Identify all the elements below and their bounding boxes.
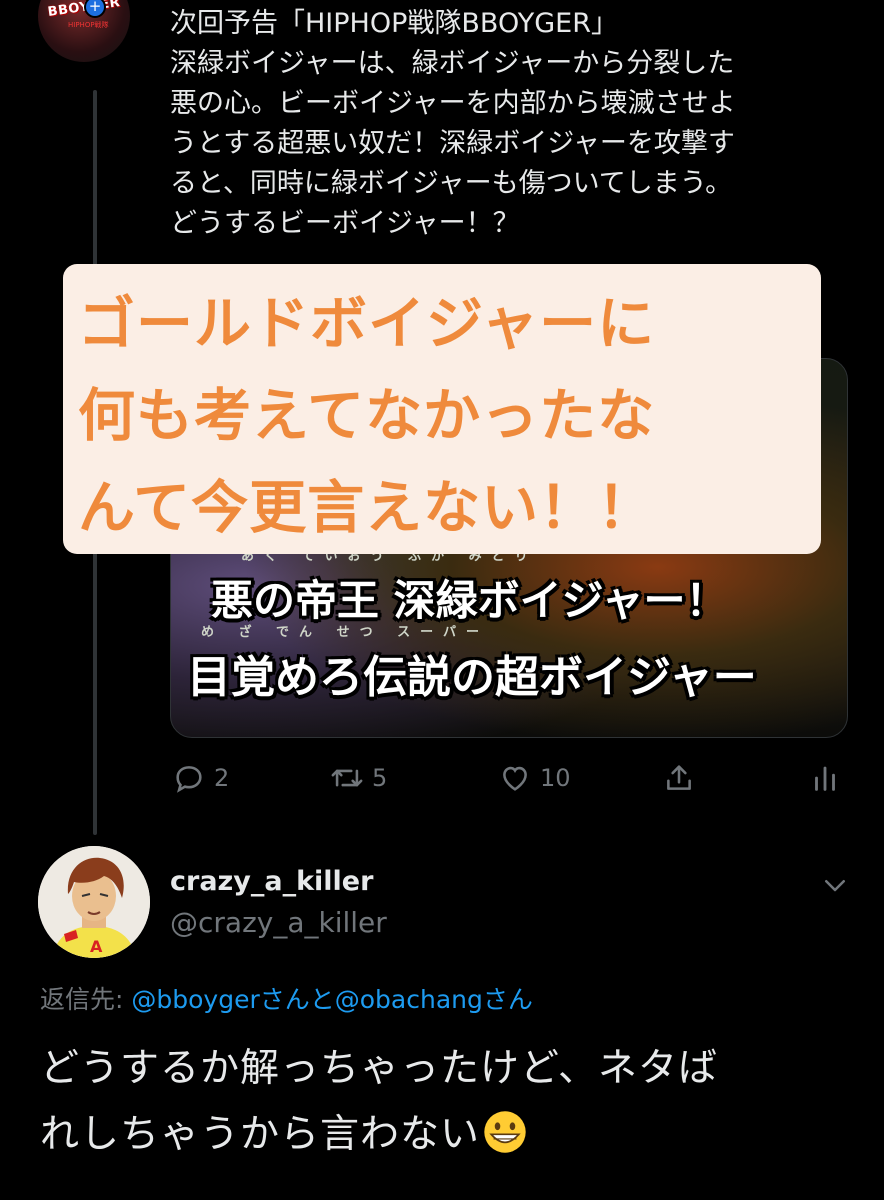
retweet-count: 5 — [372, 764, 388, 792]
reply-line-2: れしちゃうから言わない — [40, 1102, 860, 1168]
tweet-line: 悪の心。ビーボイジャーを内部から壊滅させよ — [170, 88, 736, 119]
analytics-icon — [815, 766, 835, 791]
overlay-line: ゴールドボイジャーに — [78, 291, 656, 357]
crazy-a-killer-avatar[interactable]: A — [38, 846, 150, 958]
reply-line-text: れしちゃうから言わない — [40, 1112, 481, 1157]
reply-display-name[interactable]: crazy_a_killer — [170, 866, 373, 897]
mention-obachang[interactable]: @obachangさん — [335, 985, 533, 1014]
mention-joiner: と — [309, 985, 335, 1014]
media-caption-2: 目覚めろ伝説の超ボイジャー — [187, 652, 757, 703]
reply-button[interactable]: 2 — [172, 758, 229, 798]
reply-count: 2 — [214, 764, 230, 792]
analytics-button[interactable] — [808, 758, 842, 798]
svg-text:A: A — [90, 937, 103, 956]
media-caption-1: 悪の帝王 深緑ボイジャー！ — [211, 576, 728, 625]
tweet-line: どうするビーボイジャー！？ — [170, 208, 520, 239]
avatar-illustration: A — [38, 846, 150, 958]
like-button[interactable]: 10 — [498, 758, 571, 798]
tweet-line: 次回予告「HIPHOP戦隊BBOYGER」 — [170, 8, 618, 39]
like-count: 10 — [540, 764, 571, 792]
share-button[interactable] — [662, 758, 696, 798]
overlay-line: 何も考えてなかったな — [78, 383, 656, 449]
tweet-body: 次回予告「HIPHOP戦隊BBOYGER」 深緑ボイジャーは、緑ボイジャーから分… — [170, 4, 850, 244]
grinning-face-emoji-icon — [484, 1111, 526, 1153]
mention-bboyger[interactable]: @bboygerさん — [131, 985, 309, 1014]
tweet-line: うとする超悪い奴だ！深緑ボイジャーを攻撃す — [170, 128, 735, 159]
chevron-down-icon[interactable] — [820, 870, 850, 900]
replying-to-label: 返信先: — [40, 985, 132, 1014]
replying-to: 返信先: @bboygerさんと@obachangさん — [40, 980, 533, 1016]
overlay-line: んて今更言えない！！ — [78, 475, 656, 541]
reply-icon — [176, 766, 202, 793]
overlay-note-text: ゴールドボイジャーに 何も考えてなかったな んて今更言えない！！ — [78, 278, 808, 554]
avatar-small-text: HIPHOP戦隊 — [68, 21, 109, 29]
heart-icon — [503, 766, 527, 791]
share-icon — [667, 765, 691, 790]
reply-line: どうするか解っちゃったけど、ネタば — [40, 1046, 719, 1091]
caption-ruby-2: め ざ でん せつ スーパー — [201, 625, 489, 640]
retweet-button[interactable]: 5 — [330, 758, 387, 798]
reply-handle[interactable]: @crazy_a_killer — [170, 906, 387, 939]
retweet-icon — [331, 769, 363, 787]
tweet-line: 深緑ボイジャーは、緑ボイジャーから分裂した — [170, 48, 735, 79]
reply-body: どうするか解っちゃったけど、ネタば れしちゃうから言わない — [40, 1036, 860, 1168]
tweet-line: ると、同時に緑ボイジャーも傷ついてしまう。 — [170, 168, 733, 199]
